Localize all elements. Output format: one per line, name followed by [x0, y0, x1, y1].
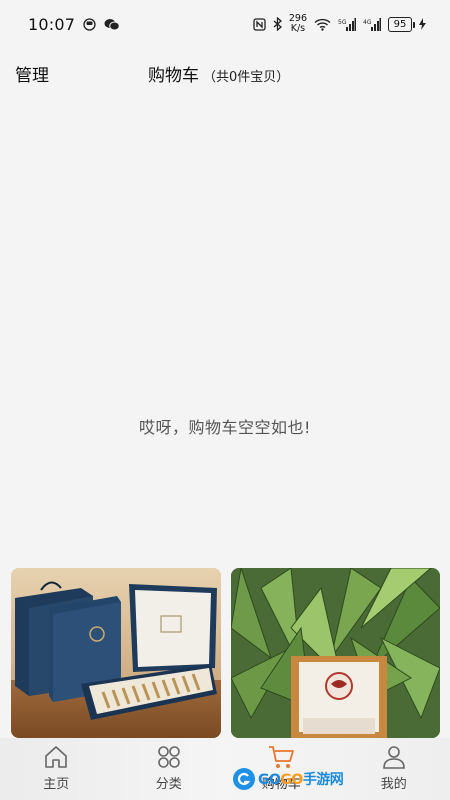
watermark-brand-b: GO [280, 772, 303, 788]
status-left: 10:07 [28, 15, 120, 34]
svg-text:5G: 5G [338, 19, 347, 26]
product-image-plant-box [231, 568, 440, 738]
app-notification-icon [83, 17, 96, 31]
product-card-plant-box[interactable] [231, 568, 440, 738]
gogo-watermark: GOGO手游网 [233, 768, 344, 790]
page-title-wrap: 购物车 （共0件宝贝） [148, 61, 289, 86]
manage-button[interactable]: 管理 [15, 61, 49, 86]
signal-4g-icon: 4G [363, 17, 381, 31]
cart-icon [267, 744, 295, 770]
wechat-icon [104, 18, 120, 31]
net-speed-unit: K/s [290, 23, 306, 34]
network-speed: 296 K/s [289, 14, 307, 34]
nfc-icon [253, 17, 266, 31]
header: 管理 购物车 （共0件宝贝） [0, 50, 450, 94]
battery-indicator: 95 [388, 16, 415, 32]
svg-text:4G: 4G [363, 19, 372, 26]
tab-profile-label: 我的 [380, 777, 407, 792]
watermark-logo-icon [233, 768, 255, 790]
tab-category[interactable]: 分类 [113, 738, 226, 800]
status-bar: 10:07 296 K/s 5G 4G 95 [0, 0, 450, 48]
cart-count: （共0件宝贝） [203, 70, 290, 85]
watermark-brand-a: GO [258, 772, 281, 788]
home-icon [43, 744, 69, 770]
category-icon [156, 744, 182, 770]
status-time: 10:07 [28, 14, 76, 34]
signal-5g-icon: 5G [338, 17, 356, 31]
watermark-brand: GOGO手游网 [258, 769, 344, 789]
product-image-gift-box [11, 568, 221, 738]
profile-icon [381, 744, 407, 770]
bottom-tab-bar: 主页 分类 购物车 我的 [0, 738, 450, 800]
empty-cart-message: 哎呀，购物车空空如也! [139, 418, 311, 437]
tab-profile[interactable]: 我的 [338, 738, 450, 800]
tab-home-label: 主页 [43, 777, 70, 792]
product-card-gift-box[interactable] [11, 568, 221, 738]
watermark-brand-c: 手游网 [302, 772, 344, 788]
tab-category-label: 分类 [155, 777, 182, 792]
charging-icon [419, 18, 426, 30]
page-title: 购物车 [148, 66, 199, 86]
bluetooth-icon [273, 17, 282, 31]
status-right: 296 K/s 5G 4G 95 [253, 14, 426, 34]
tab-home[interactable]: 主页 [0, 738, 113, 800]
wifi-icon [314, 18, 331, 31]
